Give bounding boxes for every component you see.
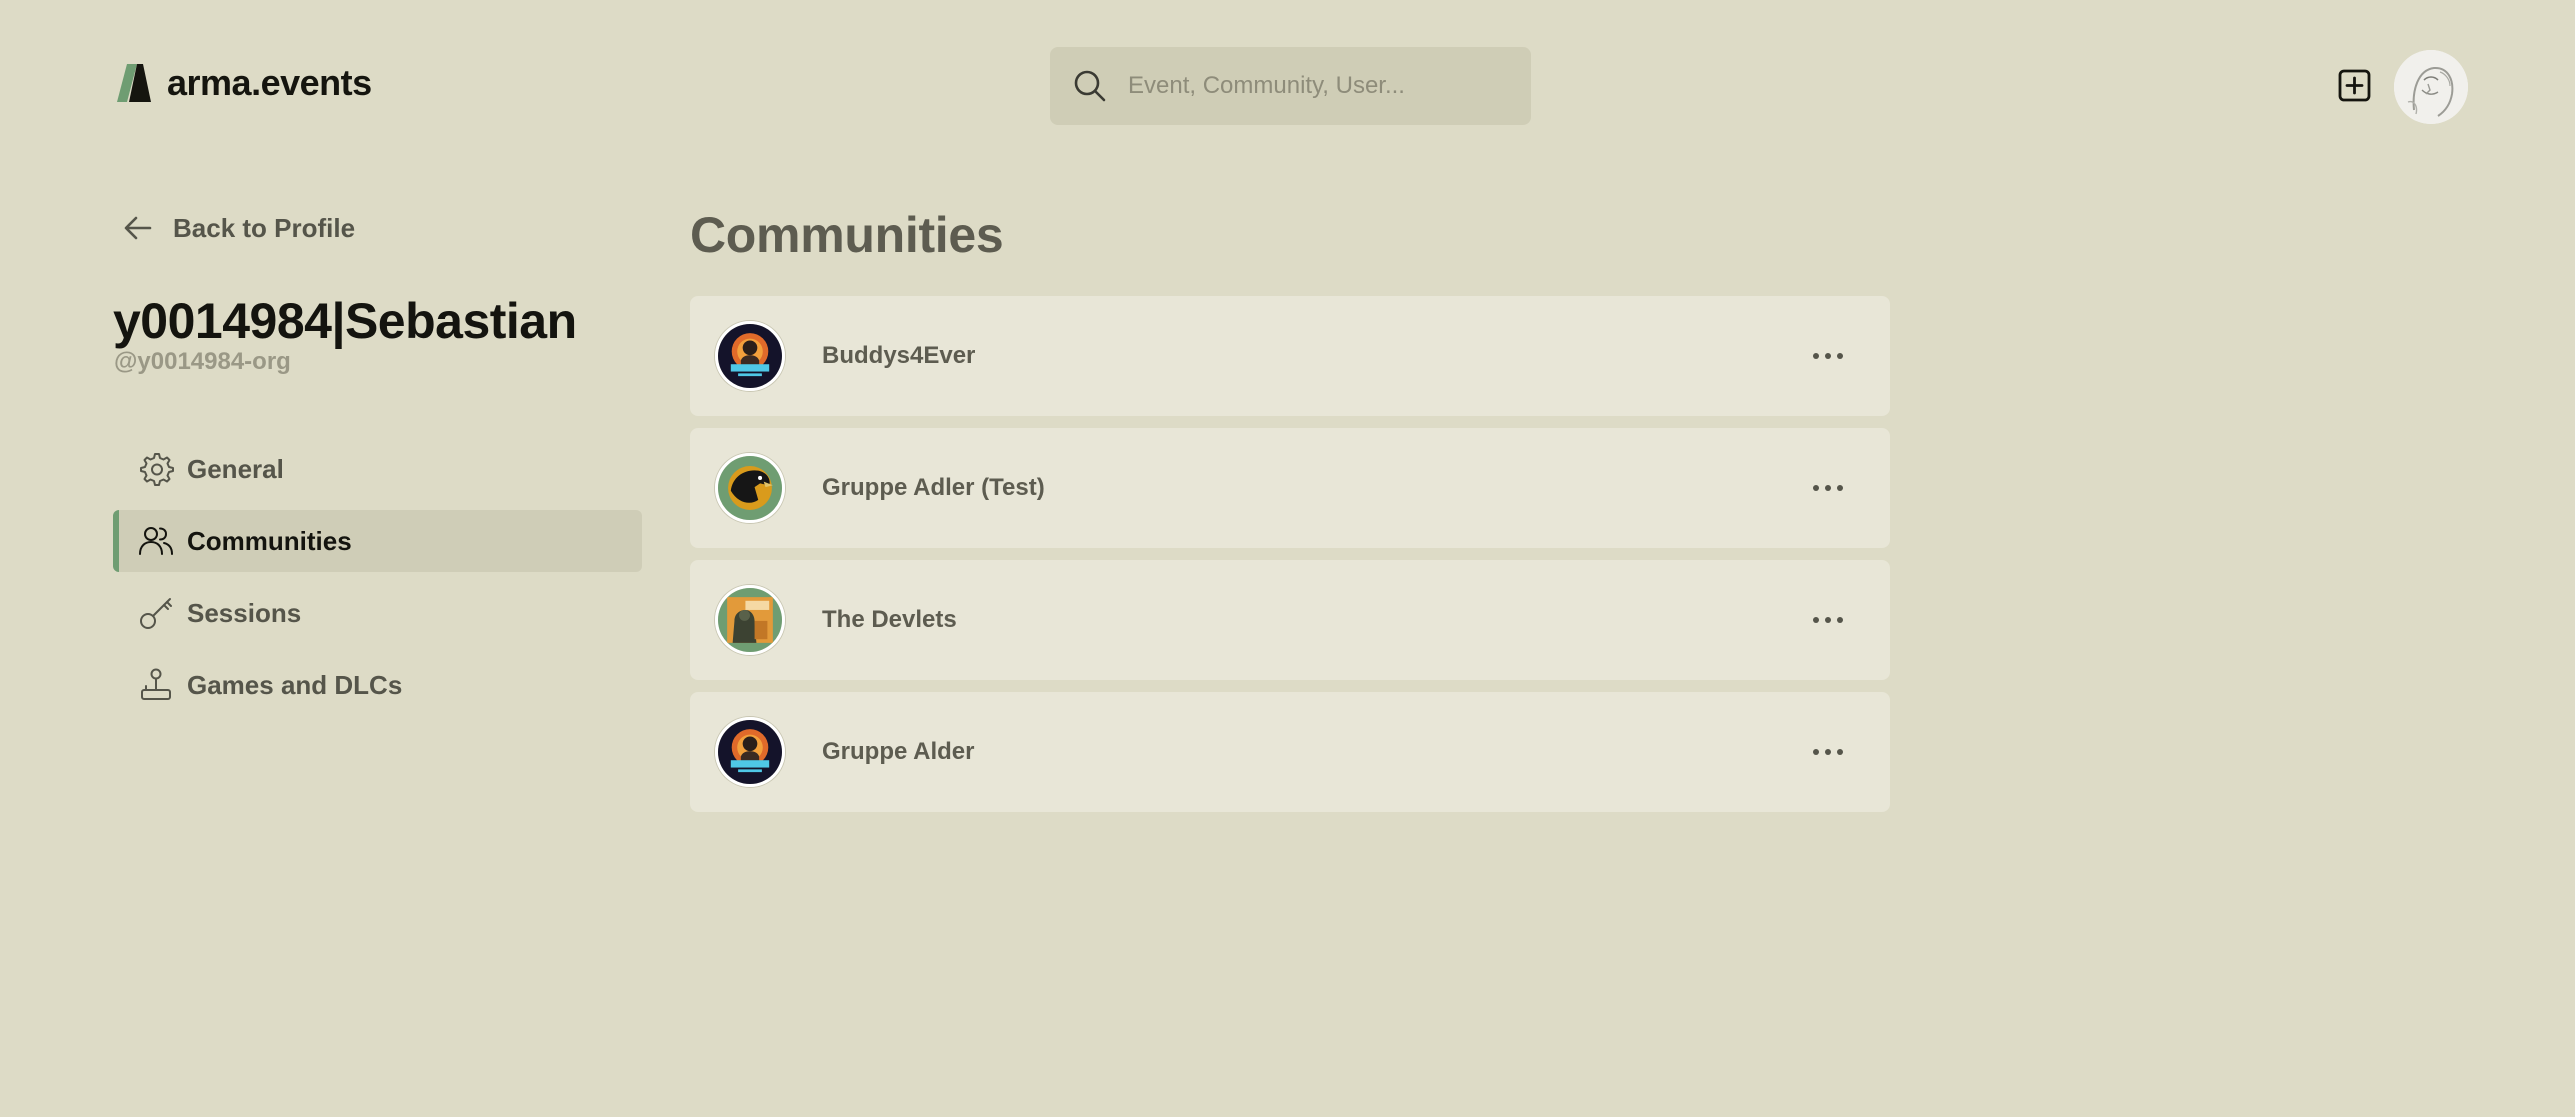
nav-item-sessions[interactable]: Sessions <box>113 582 642 644</box>
community-row-gruppe-alder[interactable]: Gruppe Alder <box>690 692 1890 812</box>
site-logo[interactable]: arma.events <box>113 62 372 104</box>
user-avatar[interactable] <box>2394 50 2468 124</box>
community-row-buddys4ever[interactable]: Buddys4Ever <box>690 296 1890 416</box>
nav-item-games-and-dlcs[interactable]: Games and DLCs <box>113 654 642 716</box>
community-name: The Devlets <box>822 606 957 633</box>
community-name: Gruppe Adler (Test) <box>822 474 1045 501</box>
nav-label-communities: Communities <box>187 525 352 556</box>
community-name: Gruppe Alder <box>822 738 975 765</box>
community-row-gruppe-adler-test[interactable]: Gruppe Adler (Test) <box>690 428 1890 548</box>
top-bar: arma.events <box>0 0 2575 170</box>
page-title: Communities <box>690 207 1004 263</box>
devlets-logo-icon <box>718 588 782 652</box>
more-options-button[interactable] <box>1806 466 1850 510</box>
avatar-image <box>2394 50 2468 124</box>
joystick-icon <box>141 668 171 700</box>
more-options-button[interactable] <box>1806 334 1850 378</box>
more-horizontal-icon <box>1813 485 1843 491</box>
more-horizontal-icon <box>1813 617 1843 623</box>
users-icon <box>139 527 173 555</box>
nav-label-general: General <box>187 453 284 484</box>
adler-logo-icon <box>718 456 782 520</box>
logo-icon <box>117 64 151 102</box>
more-horizontal-icon <box>1813 353 1843 359</box>
back-to-profile-link[interactable]: Back to Profile <box>121 211 355 245</box>
nav-item-communities[interactable]: Communities <box>113 510 642 572</box>
key-icon <box>140 598 172 629</box>
search-bar[interactable] <box>1050 47 1531 125</box>
logo-text: arma.events <box>167 62 372 103</box>
gear-icon <box>140 453 174 486</box>
buddys4-logo-icon <box>718 324 782 388</box>
search-icon <box>1074 70 1106 102</box>
user-handle: @y0014984-org <box>114 348 291 375</box>
community-logo <box>715 321 785 391</box>
nav-label-sessions: Sessions <box>187 597 302 628</box>
back-to-profile-label: Back to Profile <box>173 212 356 243</box>
community-logo <box>715 717 785 787</box>
community-name: Buddys4Ever <box>822 342 976 369</box>
community-logo <box>715 585 785 655</box>
more-horizontal-icon <box>1813 749 1843 755</box>
more-options-button[interactable] <box>1806 598 1850 642</box>
search-input[interactable] <box>1126 71 1506 101</box>
nav-item-general[interactable]: General <box>113 438 642 500</box>
settings-nav: General Communities Sessions Games and D… <box>113 438 642 726</box>
buddys4-logo-icon <box>718 720 782 784</box>
nav-label-games-and-dlcs: Games and DLCs <box>187 669 403 700</box>
community-row-the-devlets[interactable]: The Devlets <box>690 560 1890 680</box>
community-list: Buddys4Ever Gruppe Adler (Test) The Devl… <box>690 296 1890 824</box>
add-icon[interactable] <box>2337 68 2372 103</box>
community-logo <box>715 453 785 523</box>
arrow-left-icon <box>124 216 152 240</box>
user-display-name: y0014984|Sebastian <box>113 293 577 349</box>
more-options-button[interactable] <box>1806 730 1850 774</box>
